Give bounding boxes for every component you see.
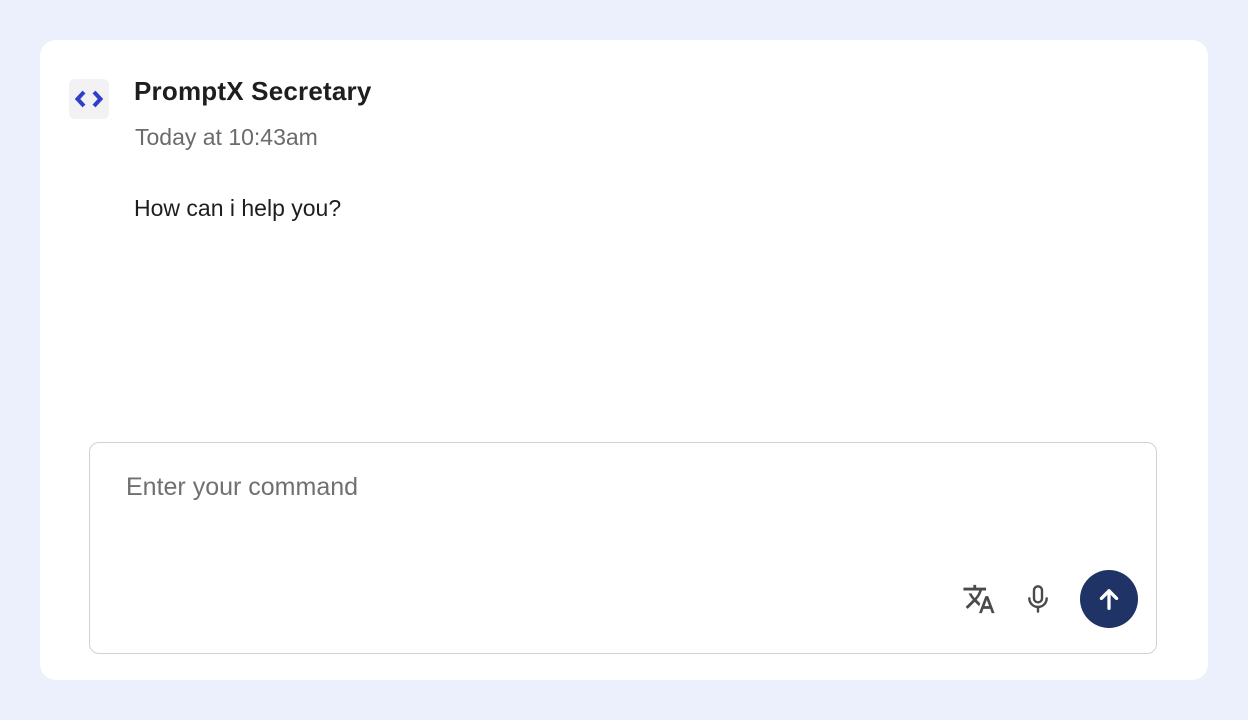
bot-message: How can i help you? bbox=[134, 195, 342, 221]
microphone-icon bbox=[1028, 585, 1048, 613]
send-button[interactable] bbox=[1080, 570, 1138, 628]
microphone-button[interactable] bbox=[1018, 579, 1058, 619]
command-composer bbox=[89, 442, 1157, 654]
translate-icon bbox=[963, 584, 995, 614]
command-input[interactable] bbox=[126, 473, 1026, 502]
sender-name: PromptX Secretary bbox=[134, 76, 372, 106]
chevrons-logo-icon bbox=[75, 90, 103, 108]
arrow-up-icon bbox=[1099, 589, 1119, 610]
bot-avatar bbox=[69, 79, 109, 119]
message-timestamp: Today at 10:43am bbox=[135, 124, 318, 150]
translate-button[interactable] bbox=[959, 579, 999, 619]
chat-card: PromptX Secretary Today at 10:43am How c… bbox=[40, 40, 1208, 680]
